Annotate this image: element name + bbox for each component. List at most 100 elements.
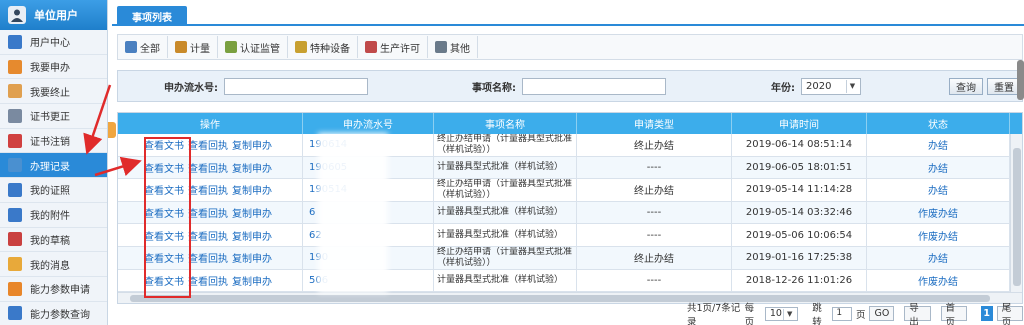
table-row: 查看文书 查看回执 复制申办 62 计量器具型式批准（样机试验） ---- 2019-05-… bbox=[118, 224, 1010, 247]
sidebar-item-label: 我的草稿 bbox=[30, 235, 70, 247]
chevron-down-icon: ▼ bbox=[783, 308, 795, 320]
sidebar-item-label: 能力参数查询 bbox=[30, 309, 90, 321]
view-receipt-link[interactable]: 查看回执 bbox=[188, 228, 228, 243]
sidebar-item[interactable]: 用户中心 bbox=[0, 30, 107, 55]
copy-application-link[interactable]: 复制申办 bbox=[232, 273, 272, 288]
copy-application-link[interactable]: 复制申办 bbox=[232, 228, 272, 243]
status-cell[interactable]: 作废办结 bbox=[867, 224, 1010, 246]
reset-button[interactable]: 重置 bbox=[987, 77, 1021, 95]
view-receipt-link[interactable]: 查看回执 bbox=[188, 205, 228, 220]
toolbar-button-0[interactable]: 全部 bbox=[118, 36, 168, 58]
last-page-button[interactable]: 尾页 bbox=[996, 303, 1023, 325]
vertical-scrollbar[interactable] bbox=[1010, 134, 1022, 292]
grid-body: 查看文书查看回执复制申办190614终止办结申请（计量器具型式批准（样机试验））… bbox=[118, 134, 1010, 292]
grid-header: 操作 申办流水号 事项名称 申请类型 申请时间 状态 bbox=[118, 113, 1022, 134]
sidebar-item-label: 证书注销 bbox=[30, 137, 70, 149]
copy-application-link[interactable]: 复制申办 bbox=[232, 160, 272, 175]
apply-time-cell: 2019-06-05 18:01:51 bbox=[732, 156, 867, 179]
sidebar-item[interactable]: 能力参数查询 bbox=[0, 302, 107, 325]
apply-type-cell: ---- bbox=[577, 269, 732, 292]
apply-type-cell: ---- bbox=[577, 201, 732, 224]
toolbar-button-4[interactable]: 生产许可 bbox=[358, 36, 428, 58]
table-row: 查看文书查看回执复制申办190605计量器具型式批准（样机试验）----2019… bbox=[118, 156, 1010, 180]
column-header: 操作 bbox=[118, 113, 303, 134]
serial-no-input[interactable] bbox=[224, 77, 368, 95]
column-header: 状态 bbox=[867, 113, 1010, 134]
tab-item-list[interactable]: 事项列表 bbox=[117, 6, 187, 26]
toolbar-button-1[interactable]: 计量 bbox=[168, 36, 218, 58]
table-row: 查看文书 查看回执 复制申办 6 计量器具型式批准（样机试验） ---- 2019-05-1… bbox=[118, 201, 1010, 225]
view-receipt-link[interactable]: 查看回执 bbox=[188, 250, 228, 265]
certificate-cancel-icon bbox=[8, 133, 22, 148]
view-receipt-link[interactable]: 查看回执 bbox=[188, 182, 228, 197]
horizontal-scrollbar[interactable] bbox=[118, 292, 1022, 303]
sidebar-item[interactable]: 能力参数申请 bbox=[0, 277, 107, 302]
status-cell[interactable]: 办结 bbox=[867, 156, 1010, 179]
tools-icon bbox=[175, 41, 187, 53]
item-name-cell: 计量器具型式批准（样机试验） bbox=[434, 224, 577, 246]
toolbar-button-2[interactable]: 认证监管 bbox=[218, 36, 288, 58]
status-cell[interactable]: 作废办结 bbox=[867, 269, 1010, 292]
first-page-button[interactable]: 首页 bbox=[940, 303, 967, 325]
apply-type-cell: ---- bbox=[577, 156, 732, 179]
item-name-cell: 计量器具型式批准（样机试验） bbox=[434, 201, 577, 224]
sidebar-item-label: 证书更正 bbox=[30, 112, 70, 124]
view-receipt-link[interactable]: 查看回执 bbox=[188, 137, 228, 152]
apply-type-cell: 终止办结 bbox=[577, 134, 732, 156]
page-jump-input[interactable]: 1 bbox=[832, 306, 852, 321]
user-avatar-icon bbox=[8, 6, 26, 24]
item-name-cell: 终止办结申请（计量器具型式批准（样机试验）） bbox=[434, 179, 577, 201]
other-icon bbox=[435, 41, 447, 53]
column-header: 申办流水号 bbox=[303, 113, 434, 134]
per-page-select[interactable]: 10 ▼ bbox=[764, 306, 799, 321]
sidebar-item-label: 用户中心 bbox=[30, 38, 70, 50]
sidebar-item[interactable]: 证书注销 bbox=[0, 129, 107, 154]
view-receipt-link[interactable]: 查看回执 bbox=[188, 160, 228, 175]
per-page-value: 10 bbox=[769, 308, 782, 319]
all-grid-icon bbox=[125, 41, 137, 53]
copy-application-link[interactable]: 复制申办 bbox=[232, 182, 272, 197]
status-cell[interactable]: 办结 bbox=[867, 179, 1010, 201]
apply-time-cell: 2018-12-26 11:01:26 bbox=[732, 269, 867, 292]
pagination: 共1页/7条记录 每页 10 ▼ 跳转 1 页 GO 导出 首页 1 尾页 bbox=[687, 303, 1023, 325]
sidebar-item[interactable]: 我要申办 bbox=[0, 55, 107, 80]
item-name-input[interactable] bbox=[522, 77, 666, 95]
toolbar-button-3[interactable]: 特种设备 bbox=[288, 36, 358, 58]
sidebar-item[interactable]: 我的附件 bbox=[0, 203, 107, 228]
status-cell[interactable]: 办结 bbox=[867, 134, 1010, 156]
message-envelope-icon bbox=[8, 257, 22, 272]
copy-application-link[interactable]: 复制申办 bbox=[232, 137, 272, 152]
toolbar-button-5[interactable]: 其他 bbox=[428, 36, 478, 58]
copy-application-link[interactable]: 复制申办 bbox=[232, 250, 272, 265]
sidebar-item[interactable]: 我的证照 bbox=[0, 178, 107, 203]
copy-application-link[interactable]: 复制申办 bbox=[232, 205, 272, 220]
attachment-icon bbox=[8, 207, 22, 222]
apply-time-cell: 2019-06-14 08:51:14 bbox=[732, 134, 867, 156]
stop-hand-icon bbox=[8, 84, 22, 99]
certification-icon bbox=[225, 41, 237, 53]
sidebar-item[interactable]: 证书更正 bbox=[0, 104, 107, 129]
sidebar-item[interactable]: 我的草稿 bbox=[0, 228, 107, 253]
toolbar-button-label: 生产许可 bbox=[380, 43, 420, 55]
sidebar-item[interactable]: 我的消息 bbox=[0, 252, 107, 277]
sidebar-item-label: 办理记录 bbox=[30, 161, 70, 173]
query-button[interactable]: 查询 bbox=[949, 77, 983, 95]
item-name-cell: 计量器具型式批准（样机试验） bbox=[434, 269, 577, 292]
go-button[interactable]: GO bbox=[869, 306, 895, 321]
current-page-button[interactable]: 1 bbox=[980, 306, 993, 321]
sidebar-item[interactable]: 我要终止 bbox=[0, 79, 107, 105]
draft-icon bbox=[8, 232, 22, 247]
status-cell[interactable]: 办结 bbox=[867, 246, 1010, 269]
year-select[interactable]: 2020 ▼ bbox=[801, 77, 861, 95]
toolbar-button-label: 特种设备 bbox=[310, 43, 350, 55]
sidebar-item-label: 能力参数申请 bbox=[30, 285, 90, 297]
apply-time-cell: 2019-05-06 10:06:54 bbox=[732, 224, 867, 246]
sidebar-item[interactable]: 办理记录 bbox=[0, 153, 107, 179]
page-scrollbar[interactable] bbox=[1017, 60, 1024, 100]
license-card-icon bbox=[8, 182, 22, 197]
status-cell[interactable]: 作废办结 bbox=[867, 201, 1010, 224]
view-receipt-link[interactable]: 查看回执 bbox=[188, 273, 228, 288]
export-button[interactable]: 导出 bbox=[904, 303, 931, 325]
apply-time-cell: 2019-05-14 03:32:46 bbox=[732, 201, 867, 224]
apply-type-cell: 终止办结 bbox=[577, 179, 732, 201]
